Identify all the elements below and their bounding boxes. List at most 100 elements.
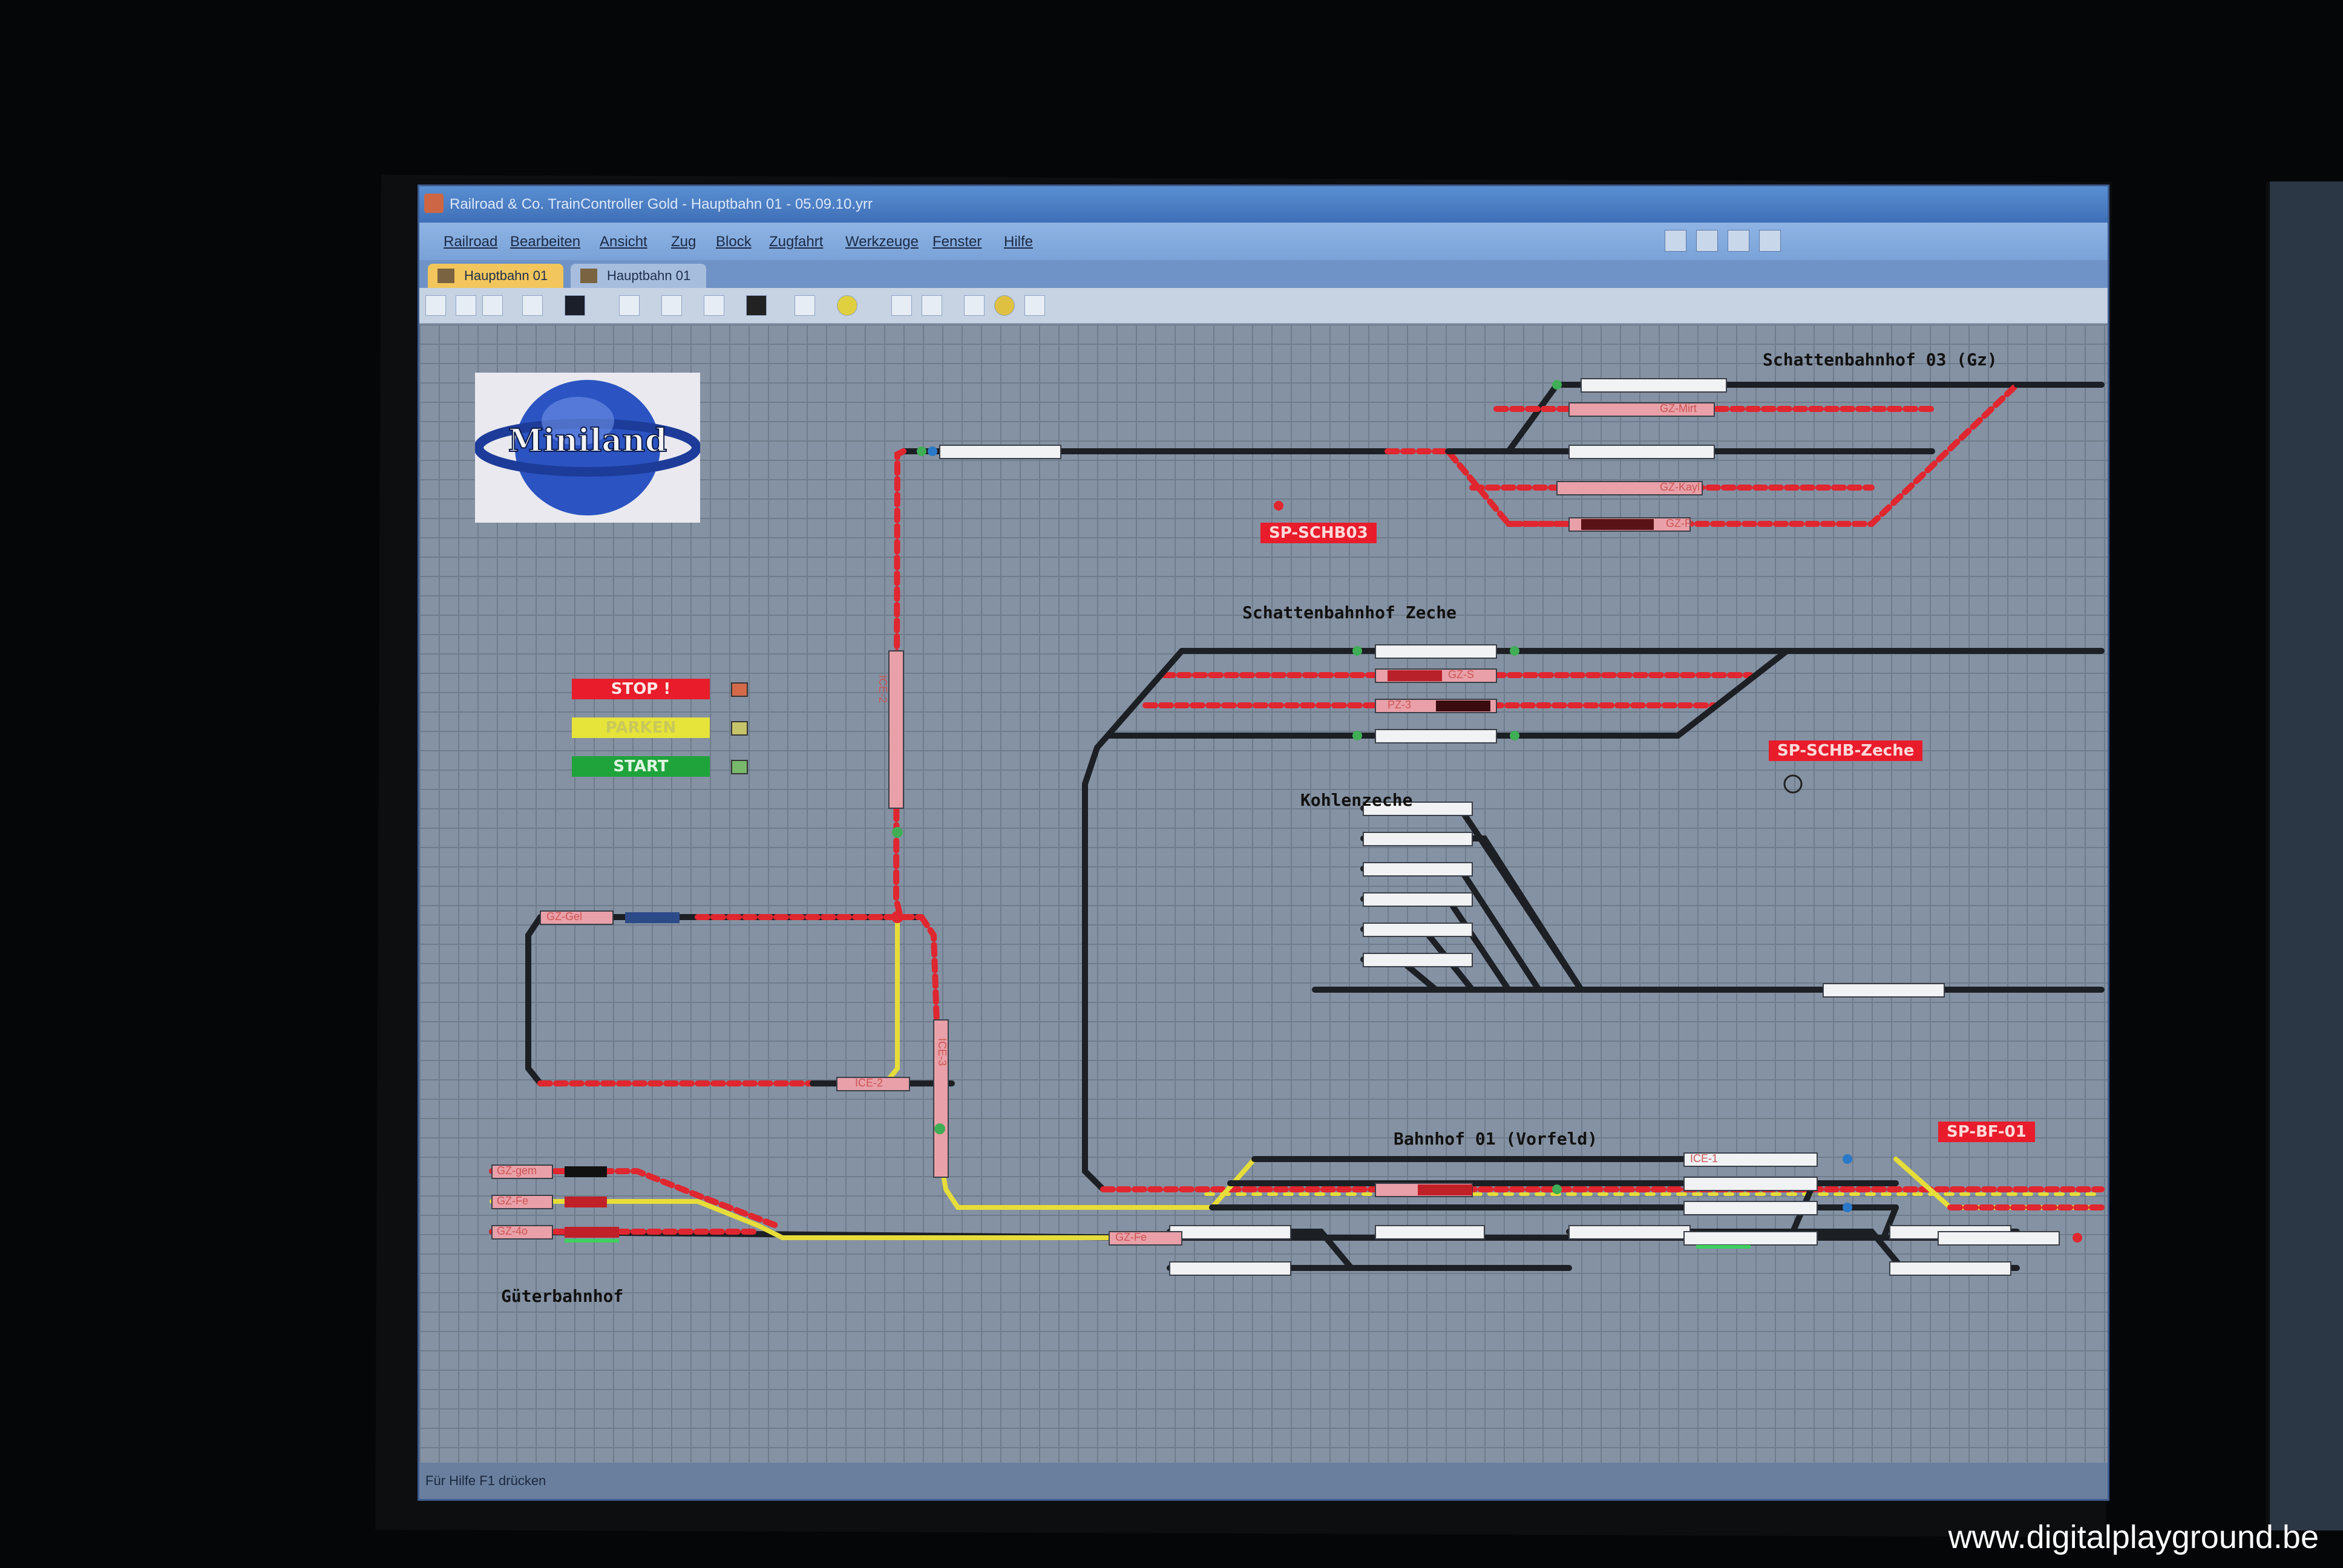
indicator-tool-icon[interactable] — [837, 295, 857, 316]
menu-zug[interactable]: Zug — [671, 234, 696, 250]
train-ice1[interactable]: ICE-1 — [1690, 1152, 1718, 1165]
block-ice2-top — [939, 445, 1061, 459]
switchboard-icon — [437, 269, 454, 283]
train-gz-r[interactable]: GZ-R — [1666, 517, 1693, 530]
switchboard-canvas[interactable]: Miniland STOP ! PARKEN START Schattenbah… — [419, 324, 2108, 1463]
menu-zugfahrt[interactable]: Zugfahrt — [769, 234, 823, 250]
switch-panel-bf-01[interactable]: SP-BF-01 — [1938, 1122, 2035, 1142]
pencil-icon[interactable] — [482, 295, 503, 316]
loco-gz-4o — [565, 1227, 619, 1238]
tab-label: Hauptbahn 01 — [464, 268, 548, 283]
window-title: Railroad & Co. TrainController Gold - Ha… — [450, 196, 873, 212]
block-sbz-4 — [1375, 729, 1497, 743]
station-schattenbahnhof-03: Schattenbahnhof 03 (Gz) — [1763, 350, 1997, 370]
signal — [917, 446, 926, 456]
loco-gz-r — [1581, 519, 1654, 530]
menu-railroad[interactable]: Railroad — [444, 234, 497, 250]
panel-icon[interactable] — [964, 295, 985, 316]
tools-icon[interactable] — [1759, 230, 1781, 252]
track-sbz-entry — [1082, 648, 1185, 1192]
block-kz-main — [1823, 983, 1945, 998]
train-pz3[interactable]: PZ-3 — [1388, 699, 1411, 711]
zoom-icon[interactable] — [456, 295, 476, 316]
copy-icon[interactable] — [1728, 230, 1749, 252]
tab-label: Hauptbahn 01 — [607, 268, 691, 283]
loco-pz3 — [1436, 701, 1490, 711]
tab-hauptbahn-01[interactable]: Hauptbahn 01 — [571, 264, 707, 288]
start-button[interactable]: START — [572, 756, 710, 777]
app-icon — [424, 194, 444, 213]
label-icon[interactable] — [922, 295, 942, 316]
signal — [1352, 731, 1362, 740]
parken-button[interactable]: PARKEN — [572, 717, 710, 738]
loco-gz-gem — [565, 1166, 607, 1177]
block-ice2-vertical — [888, 650, 904, 809]
signal — [892, 827, 903, 838]
signals — [891, 380, 2082, 1243]
track-color-icon[interactable] — [565, 295, 585, 316]
logo-text: Miniland — [508, 422, 667, 459]
block-yard-1 — [1169, 1225, 1291, 1240]
brush-icon[interactable] — [522, 295, 543, 316]
edit-toolbar — [419, 288, 2108, 324]
menu-werkzeuge[interactable]: Werkzeuge — [845, 234, 919, 250]
loco-lower-main — [1418, 1184, 1472, 1195]
station-bahnhof-01: Bahnhof 01 (Vorfeld) — [1394, 1129, 1598, 1149]
train-gz-kayl[interactable]: GZ-Kayl — [1660, 481, 1700, 494]
menu-bearbeiten[interactable]: Bearbeiten — [510, 234, 580, 250]
signal — [1552, 1184, 1562, 1194]
tab-bar: Hauptbahn 01 Hauptbahn 01 — [419, 260, 2108, 288]
title-bar: Railroad & Co. TrainController Gold - Ha… — [419, 186, 2108, 223]
status-bar: Für Hilfe F1 drücken — [419, 1463, 2108, 1499]
parken-indicator-icon — [731, 721, 748, 736]
signal — [891, 911, 903, 923]
train-gz-gem[interactable]: GZ-gem — [497, 1165, 537, 1177]
train-ice3[interactable]: ICE-3 — [936, 1038, 948, 1066]
block-sb03-1 — [1581, 378, 1727, 393]
switch-tool-icon[interactable] — [661, 295, 682, 316]
text-field-icon[interactable] — [891, 295, 912, 316]
block-sb03-3 — [1568, 445, 1715, 459]
switchboard-icon — [580, 269, 597, 283]
menu-hilfe[interactable]: Hilfe — [1004, 234, 1033, 250]
signal — [1510, 646, 1519, 656]
block-sbz-1 — [1375, 644, 1497, 659]
line-tool-icon[interactable] — [619, 295, 640, 316]
track-bf-out — [1893, 1157, 2104, 1210]
station-gueterbahnhof: Güterbahnhof — [501, 1286, 624, 1306]
menu-ansicht[interactable]: Ansicht — [600, 234, 647, 250]
train-gz-s[interactable]: GZ-S — [1448, 668, 1474, 681]
switch-panel-schb03[interactable]: SP-SCHB03 — [1260, 523, 1377, 543]
train-ice2-vertical[interactable]: ICE-2 — [876, 675, 889, 703]
menu-block[interactable]: Block — [716, 234, 752, 250]
signal-tool-icon[interactable] — [704, 295, 724, 316]
button-tool-icon[interactable] — [795, 295, 815, 316]
block-yard-6 — [1889, 1261, 2011, 1276]
train-gz-fe-2[interactable]: GZ-Fe — [1115, 1231, 1147, 1244]
switch-panel-schb-zeche[interactable]: SP-SCHB-Zeche — [1769, 740, 1923, 761]
select-arrow-icon[interactable] — [425, 295, 446, 316]
stop-button[interactable]: STOP ! — [572, 679, 710, 699]
signal — [928, 446, 937, 456]
block-kz-5 — [1363, 923, 1473, 937]
train-gz-mirt[interactable]: GZ-Mirt — [1660, 402, 1697, 415]
train-gz-4o[interactable]: GZ-4o — [497, 1225, 528, 1238]
menu-fenster[interactable]: Fenster — [932, 234, 981, 250]
block-yard-2 — [1169, 1261, 1291, 1276]
tab-hauptbahn-01-active[interactable]: Hauptbahn 01 — [428, 264, 564, 288]
block-bf-4 — [1683, 1231, 1818, 1246]
signal — [1352, 646, 1362, 656]
signal — [934, 1123, 945, 1134]
open-folder-icon[interactable] — [1665, 230, 1686, 252]
block-yard-4 — [1568, 1225, 1691, 1240]
train-ice2-bottom[interactable]: ICE-2 — [855, 1077, 883, 1089]
train-gz-fe[interactable]: GZ-Fe — [497, 1195, 528, 1207]
block-kz-3 — [1363, 862, 1473, 877]
save-icon[interactable] — [1696, 230, 1718, 252]
train-gz-gel[interactable]: GZ-Gel — [546, 910, 582, 923]
loco-gz-gel — [625, 912, 680, 923]
smiley-icon[interactable] — [994, 295, 1015, 316]
block-kz-4 — [1363, 892, 1473, 907]
block-tool-icon[interactable] — [746, 295, 767, 316]
picture-icon[interactable] — [1024, 295, 1045, 316]
